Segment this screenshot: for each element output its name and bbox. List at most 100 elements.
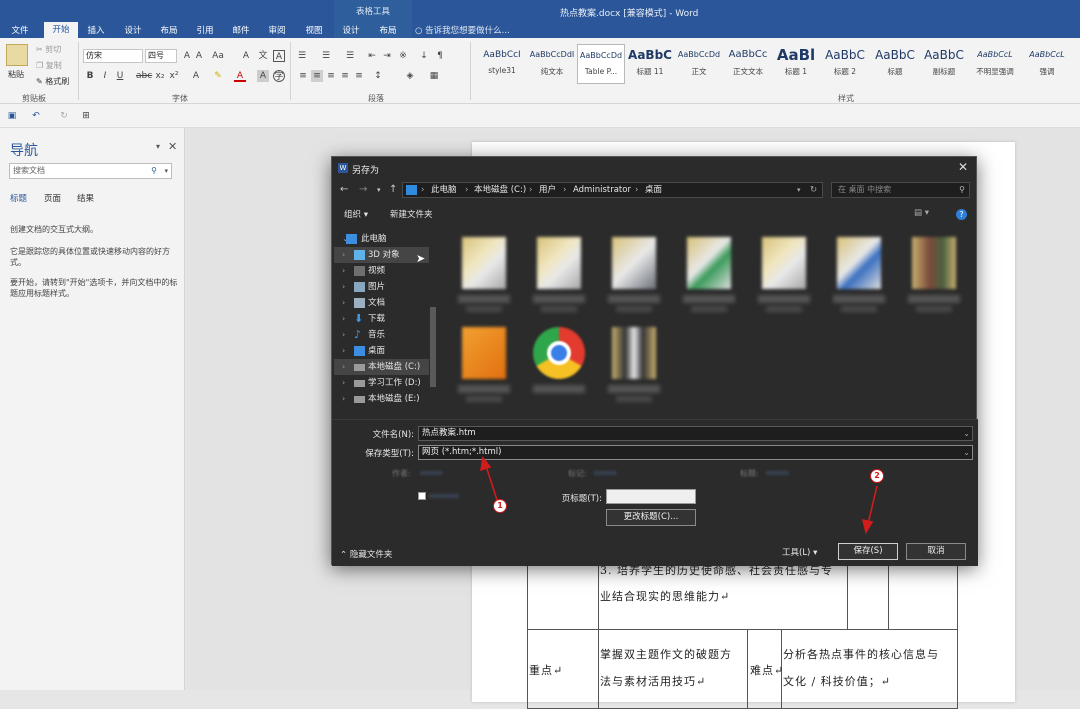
- address-bar[interactable]: › 此电脑 › 本地磁盘 (C:) › 用户 › Administrator ›…: [402, 182, 823, 198]
- font-color-icon[interactable]: A: [234, 70, 246, 82]
- style-item[interactable]: AaBbC 标题 11: [626, 44, 674, 84]
- save-thumbnail-checkbox[interactable]: [418, 492, 426, 500]
- tab-table-design[interactable]: 设计: [337, 24, 365, 38]
- chevron-down-icon[interactable]: ⌄: [963, 427, 970, 440]
- forward-arrow-icon[interactable]: →: [359, 184, 367, 195]
- numbering-icon[interactable]: ☰: [320, 50, 332, 62]
- close-icon[interactable]: ✕: [168, 140, 177, 153]
- tools-button[interactable]: 工具(L) ▾: [782, 546, 817, 558]
- style-item[interactable]: AaBbCcDd 正文: [675, 44, 723, 84]
- multilevel-list-icon[interactable]: ☰: [344, 50, 356, 62]
- tab-home[interactable]: 开始: [44, 22, 78, 38]
- tree-item-drive-e[interactable]: › 本地磁盘 (E:): [334, 391, 432, 407]
- underline-icon[interactable]: U: [114, 70, 126, 82]
- tree-item-music[interactable]: › ♪ 音乐: [334, 327, 432, 343]
- tree-item-videos[interactable]: › 视频: [334, 263, 432, 279]
- filename-input[interactable]: 热点教案.htm ⌄: [418, 426, 973, 441]
- style-item[interactable]: AaBbCc 正文文本: [724, 44, 772, 84]
- save-icon[interactable]: ▣: [6, 110, 18, 122]
- breadcrumb-item[interactable]: Administrator: [573, 183, 631, 197]
- breadcrumb-item[interactable]: 桌面: [645, 183, 662, 197]
- chrome-shortcut[interactable]: [529, 323, 589, 405]
- distributed-icon[interactable]: ≡: [353, 70, 365, 82]
- show-marks-icon[interactable]: ¶: [434, 50, 446, 62]
- copy-button[interactable]: ❐ 复制: [36, 60, 62, 71]
- dialog-search-input[interactable]: 在 桌面 中搜索 ⚲: [831, 182, 970, 198]
- tab-file[interactable]: 文件: [6, 24, 34, 38]
- paste-icon[interactable]: [6, 44, 28, 66]
- tree-item-drive-d[interactable]: › 学习工作 (D:): [334, 375, 432, 391]
- style-item[interactable]: AaBbCcL 不明显强调: [969, 44, 1021, 84]
- new-folder-button[interactable]: 新建文件夹: [390, 208, 433, 220]
- tree-item-downloads[interactable]: › ⬇ 下载: [334, 311, 432, 327]
- shading-icon[interactable]: ◈: [404, 70, 416, 82]
- chinese-layout-icon[interactable]: ※: [397, 50, 409, 62]
- search-icon[interactable]: ⚲: [151, 164, 157, 178]
- char-shading-icon[interactable]: A: [257, 70, 269, 82]
- file-item[interactable]: [454, 323, 514, 405]
- change-case-icon[interactable]: Aa: [212, 50, 224, 62]
- cancel-button[interactable]: 取消: [906, 543, 966, 560]
- tree-item-desktop[interactable]: › 桌面: [334, 343, 432, 359]
- style-item[interactable]: AaBbC 标题: [871, 44, 919, 84]
- tab-table-layout[interactable]: 布局: [374, 24, 402, 38]
- tree-scrollbar-thumb[interactable]: [430, 307, 436, 387]
- tab-review[interactable]: 审阅: [263, 24, 291, 38]
- style-item[interactable]: AaBbCcL 强调: [1022, 44, 1072, 84]
- format-painter-button[interactable]: ✎ 格式刷: [36, 76, 69, 87]
- italic-icon[interactable]: I: [99, 70, 111, 82]
- search-icon[interactable]: ⚲: [959, 183, 965, 197]
- back-arrow-icon[interactable]: ←: [340, 184, 348, 195]
- file-item[interactable]: [604, 323, 664, 405]
- decrease-indent-icon[interactable]: ⇤: [366, 50, 378, 62]
- view-options-icon[interactable]: ▤ ▾: [914, 208, 929, 218]
- title-value-blurred[interactable]: ▭▭▭: [766, 468, 789, 477]
- phonetic-guide-icon[interactable]: 文: [257, 50, 269, 62]
- chevron-down-icon[interactable]: ▾: [164, 164, 168, 178]
- nav-tab-results[interactable]: 结果: [77, 192, 94, 204]
- tree-item-documents[interactable]: › 文档: [334, 295, 432, 311]
- font-size-box[interactable]: 四号: [145, 49, 177, 63]
- help-icon[interactable]: ?: [956, 209, 967, 220]
- style-item[interactable]: AaBbCcI style31: [477, 44, 527, 84]
- tab-insert[interactable]: 插入: [82, 24, 110, 38]
- superscript-icon[interactable]: x²: [168, 70, 180, 82]
- enclose-char-icon[interactable]: 字: [273, 70, 285, 82]
- nav-search-input[interactable]: 搜索文档 ⚲ ▾: [9, 163, 172, 179]
- increase-indent-icon[interactable]: ⇥: [381, 50, 393, 62]
- tags-value-blurred[interactable]: ▭▭▭: [594, 468, 617, 477]
- style-item[interactable]: AaBl 标题 1: [773, 44, 819, 84]
- file-item[interactable]: [679, 233, 739, 315]
- style-item-selected[interactable]: AaBbCcDd Table P...: [577, 44, 625, 84]
- shrink-font-icon[interactable]: A: [193, 50, 205, 62]
- authors-value-blurred[interactable]: ▭▭▭: [420, 468, 443, 477]
- change-title-button[interactable]: 更改标题(C)...: [606, 509, 696, 526]
- grow-font-icon[interactable]: A: [181, 50, 193, 62]
- breadcrumb-item[interactable]: 此电脑: [431, 183, 457, 197]
- borders-icon[interactable]: ▦: [428, 70, 440, 82]
- tab-references[interactable]: 引用: [191, 24, 219, 38]
- nav-tab-pages[interactable]: 页面: [44, 192, 61, 204]
- tab-layout[interactable]: 布局: [155, 24, 183, 38]
- bold-icon[interactable]: B: [84, 70, 96, 82]
- file-item[interactable]: [829, 233, 889, 315]
- bullets-icon[interactable]: ☰: [296, 50, 308, 62]
- close-icon[interactable]: ✕: [956, 160, 970, 174]
- redo-icon[interactable]: ↻: [58, 110, 70, 122]
- up-arrow-icon[interactable]: ↑: [389, 184, 397, 195]
- tree-item-drive-c[interactable]: › 本地磁盘 (C:): [334, 359, 432, 375]
- text-effects-icon[interactable]: A: [190, 70, 202, 82]
- tab-view[interactable]: 视图: [300, 24, 328, 38]
- subscript-icon[interactable]: x₂: [154, 70, 166, 82]
- nav-tab-headings[interactable]: 标题: [10, 192, 27, 204]
- align-left-icon[interactable]: ≡: [297, 70, 309, 82]
- tree-item-pictures[interactable]: › 图片: [334, 279, 432, 295]
- chevron-down-icon[interactable]: ▾: [797, 183, 801, 197]
- clear-format-icon[interactable]: A: [240, 50, 252, 62]
- tell-me-box[interactable]: ○ 告诉我您想要做什么...: [415, 24, 510, 38]
- align-center-icon[interactable]: ≡: [311, 70, 323, 82]
- hide-folders-toggle[interactable]: ⌃ 隐藏文件夹: [340, 548, 392, 560]
- breadcrumb-item[interactable]: 本地磁盘 (C:): [474, 183, 526, 197]
- paste-button[interactable]: 粘贴: [8, 69, 24, 80]
- style-item[interactable]: AaBbC 副标题: [920, 44, 968, 84]
